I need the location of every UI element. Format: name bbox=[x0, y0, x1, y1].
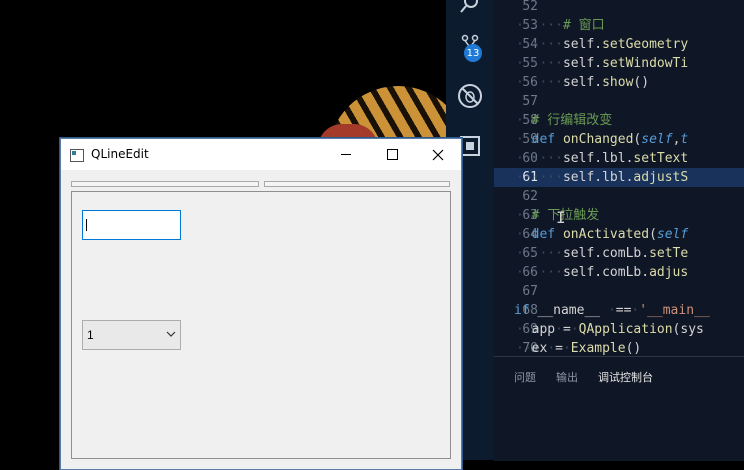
code-line[interactable]: 56 ······self.show() bbox=[494, 73, 744, 92]
app-icon bbox=[70, 149, 84, 162]
source-control-badge: 13 bbox=[464, 44, 482, 62]
title-bar[interactable]: QLineEdit bbox=[61, 139, 461, 170]
code-line[interactable]: 53 ······# 窗口 bbox=[494, 16, 744, 35]
line-number: 57 bbox=[522, 94, 538, 109]
content-frame: 1 bbox=[71, 191, 451, 459]
code-line[interactable]: 62 bbox=[494, 187, 744, 206]
panel-tab-output[interactable]: 输出 bbox=[556, 369, 578, 385]
code-text: ··app·=·QApplication(sys bbox=[516, 322, 704, 337]
code-line[interactable]: 58 ··# 行编辑改变 bbox=[494, 111, 744, 130]
code-line[interactable]: 66 ······self.comLb.adjus bbox=[494, 263, 744, 282]
splitter-left[interactable] bbox=[71, 181, 259, 187]
code-text: ······self.comLb.setTe bbox=[516, 246, 689, 261]
code-line[interactable]: 61 ······self.lbl.adjustS bbox=[494, 168, 744, 187]
code-text: ······self.show() bbox=[516, 75, 650, 90]
code-text: ······self.setGeometry bbox=[516, 37, 689, 52]
combo-box[interactable]: 1 bbox=[82, 320, 181, 350]
code-line[interactable]: 69 ··app·=·QApplication(sys bbox=[494, 320, 744, 339]
code-line[interactable]: 67 bbox=[494, 282, 744, 301]
code-line[interactable]: 65 ······self.comLb.setTe bbox=[494, 244, 744, 263]
text-cursor-icon: I bbox=[556, 208, 566, 227]
bottom-panel: 问题 输出 调试控制台 bbox=[494, 356, 744, 461]
splitter-right[interactable] bbox=[264, 181, 450, 187]
code-line[interactable]: 54 ······self.setGeometry bbox=[494, 35, 744, 54]
code-line[interactable]: 55 ······self.setWindowTi bbox=[494, 54, 744, 73]
debug-icon[interactable] bbox=[456, 82, 484, 110]
code-text: ··ex·=·Example() bbox=[516, 341, 642, 356]
maximize-button[interactable] bbox=[369, 139, 415, 170]
search-icon[interactable] bbox=[456, 0, 484, 18]
line-number: 67 bbox=[522, 284, 538, 299]
line-number: 62 bbox=[522, 189, 538, 204]
chevron-down-icon bbox=[166, 331, 176, 337]
minimize-icon bbox=[341, 154, 351, 155]
code-text: ··# 行编辑改变 bbox=[516, 113, 613, 128]
code-text: ······self.setWindowTi bbox=[516, 56, 689, 71]
code-line[interactable]: 63 ··# 下拉触发 bbox=[494, 206, 744, 225]
close-button[interactable] bbox=[415, 139, 461, 170]
window-title: QLineEdit bbox=[91, 147, 149, 161]
code-text: ······# 窗口 bbox=[516, 18, 605, 33]
maximize-icon bbox=[386, 149, 398, 160]
vscode-window: 13 52 53 ······# 窗口 54 ······self.setGeometr… bbox=[446, 0, 744, 461]
close-icon bbox=[432, 149, 444, 160]
line-edit[interactable] bbox=[82, 210, 181, 240]
code-line[interactable]: 57 bbox=[494, 92, 744, 111]
text-caret bbox=[86, 219, 87, 231]
code-text: ······self.lbl.setText bbox=[516, 151, 689, 166]
code-line[interactable]: 64 ··def onActivated(self bbox=[494, 225, 744, 244]
code-text: if __name__ ·==·'__main__ bbox=[514, 303, 710, 318]
minimize-button[interactable] bbox=[323, 139, 369, 170]
code-line[interactable]: 59 ··def onChanged(self,t bbox=[494, 130, 744, 149]
code-line[interactable]: 52 bbox=[494, 0, 744, 16]
code-line[interactable]: 68 if __name__ ·==·'__main__ bbox=[494, 301, 744, 320]
panel-tab-problems[interactable]: 问题 bbox=[514, 369, 536, 385]
code-line[interactable]: 60 ······self.lbl.setText bbox=[494, 149, 744, 168]
combo-selected-value: 1 bbox=[87, 328, 94, 342]
code-text: ······self.comLb.adjus bbox=[516, 265, 689, 280]
panel-tab-debug-console[interactable]: 调试控制台 bbox=[598, 369, 653, 385]
qt-window: QLineEdit 1 bbox=[60, 138, 462, 470]
code-text: ······self.lbl.adjustS bbox=[516, 170, 689, 185]
line-number: 52 bbox=[522, 0, 538, 14]
code-text: ··def onChanged(self,t bbox=[516, 132, 689, 147]
code-editor[interactable]: 52 53 ······# 窗口 54 ······self.setGeometry 55… bbox=[494, 0, 744, 356]
code-text: ··def onActivated(self bbox=[516, 227, 689, 242]
code-line[interactable]: 70 ··ex·=·Example() bbox=[494, 339, 744, 356]
